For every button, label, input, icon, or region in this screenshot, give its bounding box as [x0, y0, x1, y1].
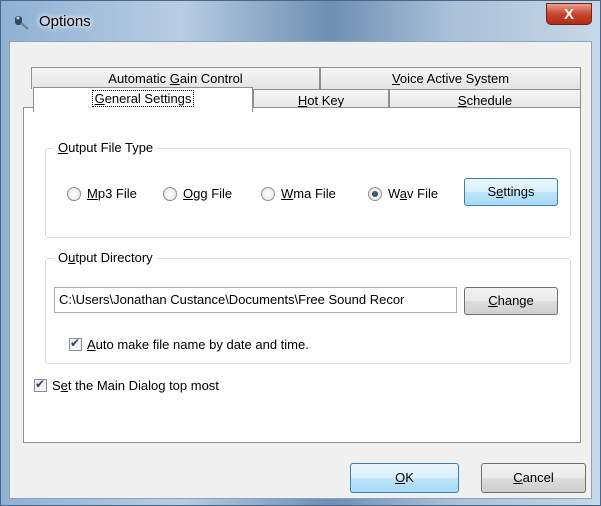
topmost-checkbox[interactable]: Set the Main Dialog top most	[34, 377, 219, 393]
label-key: A	[87, 337, 96, 352]
label-key: a	[399, 186, 408, 201]
tab-label-post: ain Control	[179, 71, 243, 86]
radio-label: Mp3 File	[87, 186, 137, 201]
settings-button[interactable]: Settings	[464, 178, 558, 206]
radio-ogg-file[interactable]: Ogg File	[163, 186, 232, 201]
radio-label: Wav File	[388, 186, 438, 201]
output-file-type-title: Output File Type	[54, 140, 158, 155]
radio-wav-file[interactable]: Wav File	[368, 186, 438, 201]
close-icon: X	[563, 6, 574, 23]
title-bar[interactable]: Options X	[1, 1, 600, 41]
label-post: t the Main Dialog top most	[67, 378, 219, 393]
label-key: M	[87, 186, 98, 201]
checkbox-checked-icon	[34, 377, 47, 392]
tab-label-post: oice Active System	[399, 71, 510, 86]
radio-label: Wma File	[281, 186, 336, 201]
label-key: C	[513, 470, 523, 485]
tab-automatic-gain-control[interactable]: Automatic Gain Control	[31, 67, 320, 89]
tab-label-key: G	[169, 71, 180, 86]
tab-voice-active-system[interactable]: Voice Active System	[320, 67, 581, 89]
radio-label: Ogg File	[183, 186, 232, 201]
auto-name-checkbox[interactable]: Auto make file name by date and time.	[69, 336, 309, 352]
tab-label-post: ot Key	[307, 93, 345, 108]
label-pre: S	[52, 378, 61, 393]
label-pre: S	[487, 184, 497, 199]
tab-label-key: S	[457, 93, 467, 108]
tab-label-post: chedule	[466, 93, 513, 108]
label-post: ma File	[293, 186, 336, 201]
tab-focus-label: General Settings	[91, 90, 195, 107]
output-directory-input[interactable]: C:\Users\Jonathan Custance\Documents\Fre…	[54, 287, 457, 313]
checkbox-label: Set the Main Dialog top most	[52, 378, 219, 393]
radio-circle	[261, 186, 275, 201]
label-key: C	[488, 293, 498, 308]
tab-label-pre: Automatic	[108, 71, 170, 86]
radio-circle-selected	[368, 186, 382, 201]
radio-circle	[163, 186, 177, 201]
checkbox-label: Auto make file name by date and time.	[87, 337, 309, 352]
close-button[interactable]: X	[546, 3, 592, 25]
tab-general-settings[interactable]: General Settings	[33, 87, 253, 112]
radio-mp3-file[interactable]: Mp3 File	[67, 186, 137, 201]
label-pre: W	[388, 186, 400, 201]
label-key: O	[183, 186, 194, 201]
label-key: O	[395, 470, 406, 485]
label-key: e	[60, 378, 68, 393]
cancel-button[interactable]: Cancel	[481, 463, 586, 493]
output-directory-title: Output Directory	[54, 250, 157, 265]
radio-circle	[67, 186, 81, 201]
label-key: W	[281, 186, 294, 201]
change-button[interactable]: Change	[464, 287, 558, 315]
label-post: v File	[407, 186, 439, 201]
label-post: K	[405, 470, 414, 485]
options-window: Options X Automatic Gain Control Voice A…	[0, 0, 601, 506]
label-post: p3 File	[97, 186, 137, 201]
label-post: ttings	[503, 184, 535, 199]
radio-wma-file[interactable]: Wma File	[261, 186, 336, 201]
label-post: uto make file name by date and time.	[95, 337, 309, 352]
label-post: gg File	[193, 186, 233, 201]
microphone-app-icon	[15, 16, 29, 30]
label-post: hange	[497, 293, 534, 308]
tab-label-key: V	[391, 71, 400, 86]
ok-button[interactable]: OK	[350, 463, 459, 493]
label-pre: O	[58, 250, 69, 265]
label-post: utput File Type	[68, 140, 154, 155]
tab-label-post: eneral Settings	[104, 91, 192, 106]
tab-label-key: G	[94, 91, 105, 106]
label-post: ancel	[522, 470, 554, 485]
label-key: O	[58, 140, 69, 155]
checkbox-checked-icon	[69, 336, 82, 351]
tab-label-key: H	[297, 93, 308, 108]
output-file-type-group: Output File Type Mp3 File Ogg File Wma F…	[45, 140, 571, 238]
general-settings-panel: Output File Type Mp3 File Ogg File Wma F…	[23, 107, 581, 443]
window-title: Options	[39, 13, 91, 30]
label-post: tput Directory	[75, 250, 153, 265]
output-directory-group: Output Directory C:\Users\Jonathan Custa…	[45, 250, 571, 364]
